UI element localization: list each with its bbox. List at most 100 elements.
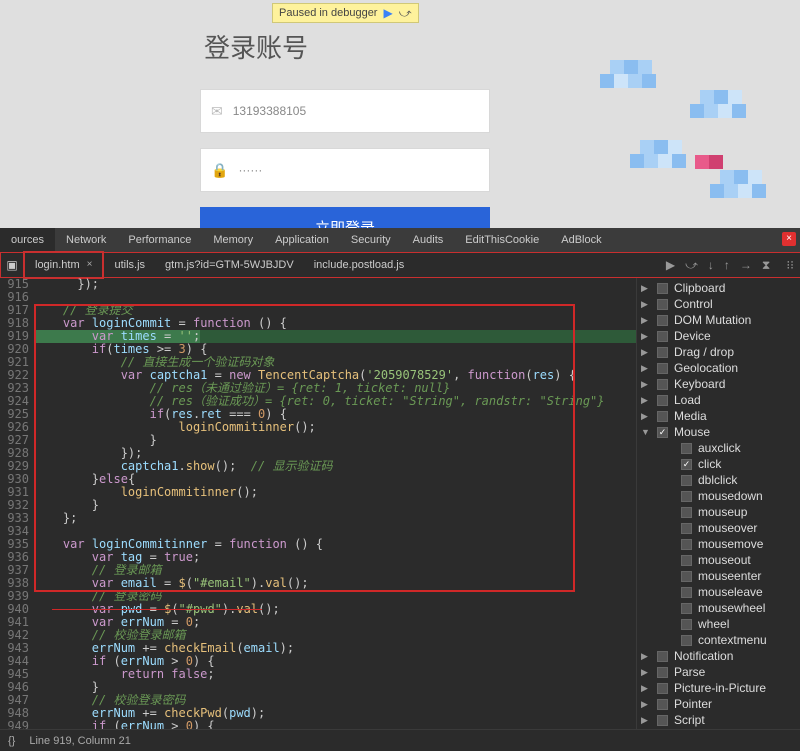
step-over-button[interactable]: ⤻ — [685, 258, 698, 273]
checkbox[interactable] — [657, 667, 668, 678]
disclosure-triangle-icon[interactable]: ▶ — [641, 347, 651, 358]
checkbox[interactable] — [657, 331, 668, 342]
checkbox[interactable] — [681, 523, 692, 534]
file-tab[interactable]: include.postload.js — [304, 253, 415, 277]
checkbox[interactable] — [657, 699, 668, 710]
checkbox[interactable] — [657, 315, 668, 326]
devtools-tab[interactable]: Application — [264, 228, 340, 252]
file-tab[interactable]: utils.js — [104, 253, 155, 277]
pause-exceptions-button[interactable]: ⁝⁝ — [786, 258, 794, 272]
disclosure-triangle-icon[interactable]: ▶ — [641, 283, 651, 294]
disclosure-triangle-icon[interactable]: ▶ — [641, 411, 651, 422]
disclosure-triangle-icon[interactable]: ▶ — [641, 299, 651, 310]
devtools-tab[interactable]: Security — [340, 228, 402, 252]
listener-category[interactable]: ▶Geolocation — [641, 360, 800, 376]
close-tab-icon[interactable]: × — [87, 259, 93, 270]
listener-event[interactable]: dblclick — [641, 472, 800, 488]
devtools-tab[interactable]: Memory — [202, 228, 264, 252]
disclosure-triangle-icon[interactable]: ▶ — [641, 315, 651, 326]
listener-category[interactable]: ▶Picture-in-Picture — [641, 680, 800, 696]
step-out-button[interactable]: ↑ — [724, 258, 730, 272]
listener-event[interactable]: mousemove — [641, 536, 800, 552]
disclosure-triangle-icon[interactable]: ▶ — [641, 715, 651, 726]
listener-event[interactable]: mouseenter — [641, 568, 800, 584]
listener-event[interactable]: mouseout — [641, 552, 800, 568]
disclosure-triangle-icon[interactable]: ▶ — [641, 331, 651, 342]
checkbox[interactable] — [681, 603, 692, 614]
checkbox[interactable] — [681, 587, 692, 598]
checkbox[interactable] — [681, 443, 692, 454]
listener-event[interactable]: mousewheel — [641, 600, 800, 616]
close-icon[interactable]: × — [782, 232, 796, 246]
devtools-tab[interactable]: Performance — [117, 228, 202, 252]
resume-button[interactable]: ▶ — [666, 258, 675, 272]
checkbox[interactable] — [657, 363, 668, 374]
devtools-tab[interactable]: AdBlock — [550, 228, 612, 252]
listener-event[interactable]: contextmenu — [641, 632, 800, 648]
email-field[interactable]: ✉ 13193388105 — [200, 89, 490, 133]
disclosure-triangle-icon[interactable]: ▶ — [641, 651, 651, 662]
checkbox[interactable] — [681, 555, 692, 566]
listener-event[interactable]: mouseup — [641, 504, 800, 520]
checkbox[interactable] — [657, 395, 668, 406]
disclosure-triangle-icon[interactable]: ▶ — [641, 379, 651, 390]
step-into-button[interactable]: ↓ — [708, 258, 714, 272]
disclosure-triangle-icon[interactable]: ▶ — [641, 683, 651, 694]
listener-event[interactable]: mouseleave — [641, 584, 800, 600]
listener-category[interactable]: ▼Mouse — [641, 424, 800, 440]
devtools-tab[interactable]: Audits — [402, 228, 455, 252]
listener-event[interactable]: wheel — [641, 616, 800, 632]
file-tab-active[interactable]: login.htm × — [25, 253, 102, 277]
step-button[interactable]: → — [740, 258, 752, 272]
checkbox[interactable] — [657, 427, 668, 438]
step-over-icon[interactable]: ⤻ — [399, 6, 412, 21]
checkbox[interactable] — [657, 379, 668, 390]
listener-category[interactable]: ▶Pointer — [641, 696, 800, 712]
checkbox[interactable] — [681, 619, 692, 630]
nav-toggle-icon[interactable]: ▣ — [1, 258, 23, 272]
listener-category[interactable]: ▶DOM Mutation — [641, 312, 800, 328]
listener-category[interactable]: ▶Load — [641, 392, 800, 408]
devtools-tab[interactable]: EditThisCookie — [454, 228, 550, 252]
listener-category[interactable]: ▶Notification — [641, 648, 800, 664]
checkbox[interactable] — [657, 411, 668, 422]
listener-event[interactable]: mousedown — [641, 488, 800, 504]
disclosure-triangle-icon[interactable]: ▶ — [641, 395, 651, 406]
listener-category[interactable]: ▶Parse — [641, 664, 800, 680]
disclosure-triangle-icon[interactable]: ▶ — [641, 667, 651, 678]
checkbox[interactable] — [681, 507, 692, 518]
listener-category[interactable]: ▶Control — [641, 296, 800, 312]
listener-category[interactable]: ▶Media — [641, 408, 800, 424]
checkbox[interactable] — [657, 283, 668, 294]
source-editor[interactable]: 9159169179189199209219229239249259269279… — [0, 278, 636, 729]
checkbox[interactable] — [681, 635, 692, 646]
listener-category[interactable]: ▶Drag / drop — [641, 344, 800, 360]
listener-category[interactable]: ▶Keyboard — [641, 376, 800, 392]
listener-event[interactable]: mouseover — [641, 520, 800, 536]
checkbox[interactable] — [657, 347, 668, 358]
devtools-tab[interactable]: ources — [0, 228, 55, 252]
listener-category[interactable]: ▶Clipboard — [641, 280, 800, 296]
devtools-tab[interactable]: Network — [55, 228, 117, 252]
listener-category[interactable]: ▶Device — [641, 328, 800, 344]
checkbox[interactable] — [681, 475, 692, 486]
disclosure-triangle-icon[interactable]: ▶ — [641, 363, 651, 374]
checkbox[interactable] — [657, 299, 668, 310]
disclosure-triangle-icon[interactable]: ▼ — [641, 427, 651, 437]
resume-icon[interactable]: ▶ — [383, 6, 392, 20]
listener-event[interactable]: click — [641, 456, 800, 472]
listener-event[interactable]: auxclick — [641, 440, 800, 456]
checkbox[interactable] — [681, 459, 692, 470]
password-field[interactable]: 🔒 ······ — [200, 148, 490, 192]
listener-category[interactable]: ▶Script — [641, 712, 800, 728]
checkbox[interactable] — [681, 539, 692, 550]
checkbox[interactable] — [657, 651, 668, 662]
checkbox[interactable] — [681, 491, 692, 502]
file-tab[interactable]: gtm.js?id=GTM-5WJBJDV — [155, 253, 304, 277]
checkbox[interactable] — [657, 715, 668, 726]
disclosure-triangle-icon[interactable]: ▶ — [641, 699, 651, 710]
braces-icon[interactable]: {} — [8, 735, 15, 747]
checkbox[interactable] — [681, 571, 692, 582]
checkbox[interactable] — [657, 683, 668, 694]
deactivate-bp-button[interactable]: ⧗ — [762, 258, 770, 273]
